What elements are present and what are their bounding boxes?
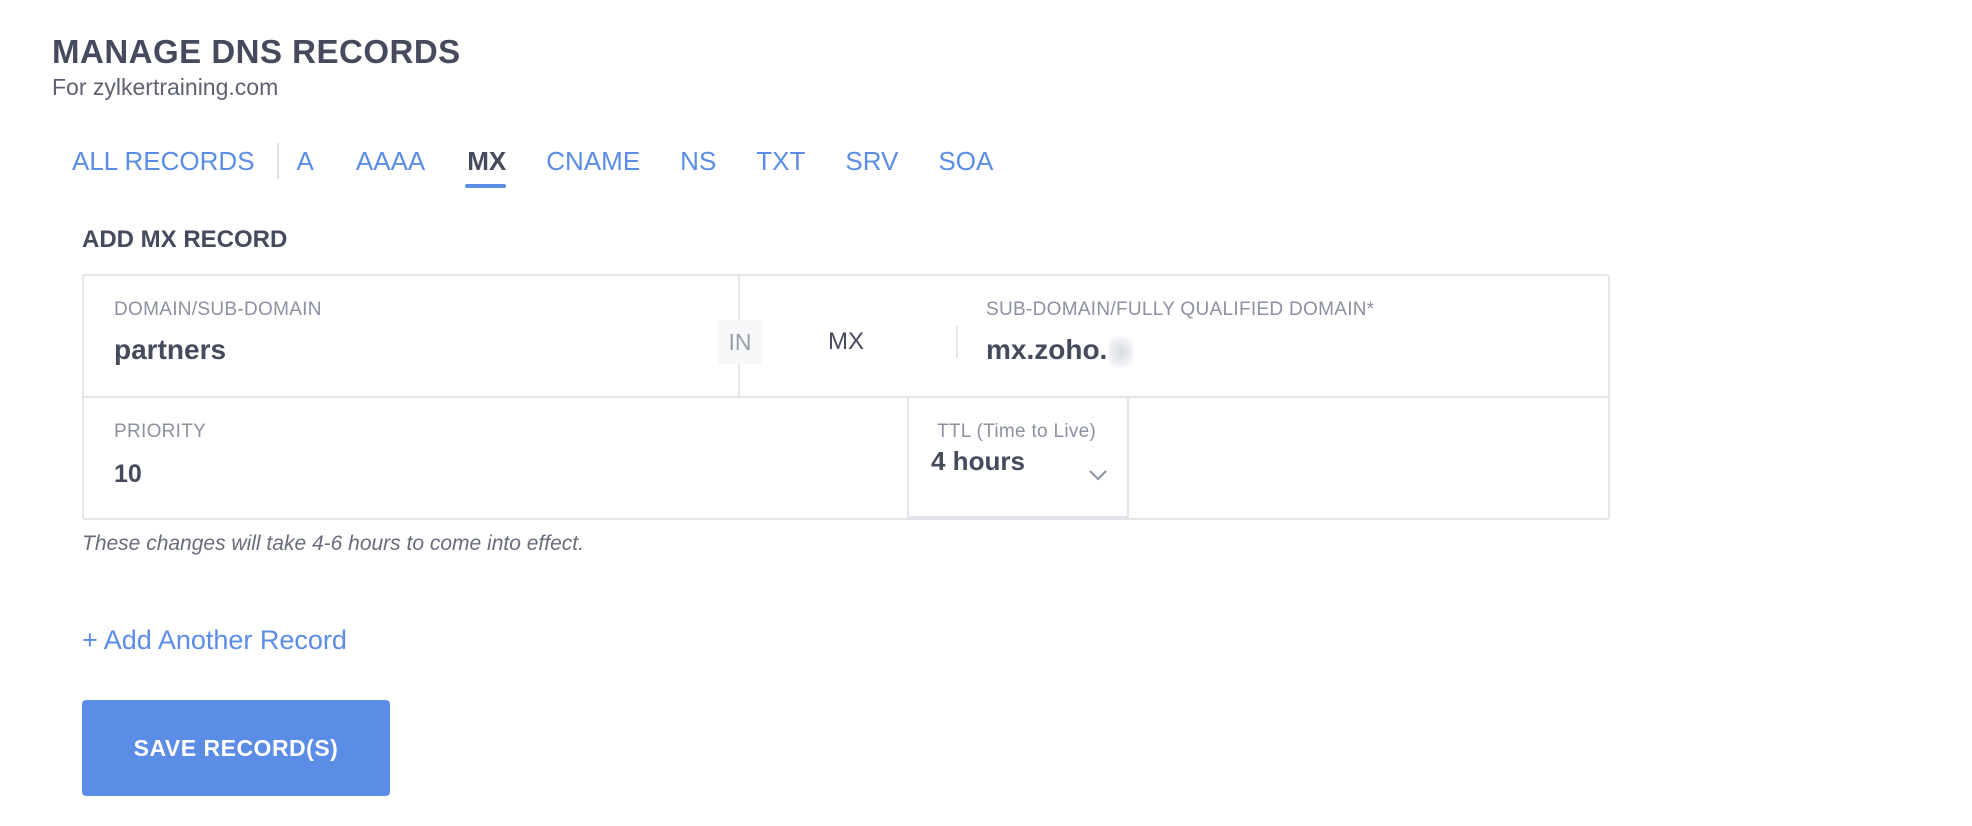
tab-cname[interactable]: CNAME — [526, 140, 660, 182]
add-another-record-link[interactable]: + Add Another Record — [82, 622, 347, 658]
record-type-label: MX — [828, 328, 864, 355]
priority-input[interactable]: 10 — [114, 456, 142, 492]
tab-srv[interactable]: SRV — [825, 140, 918, 182]
redacted-blur — [1109, 336, 1134, 367]
record-row-priority: PRIORITY 10 TTL (Time to Live) 4 hours — [84, 398, 1608, 518]
record-type-tabs: ALL RECORDS A AAAA MX CNAME NS TXT SRV S… — [52, 140, 1013, 188]
page-subtitle: For zylkertraining.com — [52, 74, 279, 100]
ttl-field-label: TTL (Time to Live) — [937, 421, 1097, 442]
domain-input[interactable]: partners — [114, 332, 226, 368]
tab-aaaa[interactable]: AAAA — [334, 140, 445, 182]
ttl-selected-value: 4 hours — [931, 446, 1025, 476]
class-in-chip: IN — [718, 320, 762, 364]
propagation-note: These changes will take 4-6 hours to com… — [82, 532, 584, 555]
tab-a[interactable]: A — [281, 140, 334, 182]
mx-record-form: DOMAIN/SUB-DOMAIN partners IN MX SUB-DOM… — [82, 274, 1610, 520]
tab-divider — [276, 143, 279, 179]
target-field-label: SUB-DOMAIN/FULLY QUALIFIED DOMAIN* — [986, 299, 1375, 320]
tab-txt[interactable]: TXT — [736, 140, 825, 182]
ttl-dropdown[interactable]: TTL (Time to Live) 4 hours — [907, 398, 1129, 518]
target-domain-value: mx.zoho. — [986, 334, 1108, 365]
tab-mx[interactable]: MX — [445, 140, 526, 188]
tab-all-records[interactable]: ALL RECORDS — [52, 140, 275, 182]
page-title: MANAGE DNS RECORDS — [52, 33, 461, 70]
tab-ns[interactable]: NS — [660, 140, 736, 182]
type-divider — [956, 326, 958, 358]
priority-field-label: PRIORITY — [114, 421, 207, 442]
tab-soa[interactable]: SOA — [918, 140, 1013, 182]
record-row-domain: DOMAIN/SUB-DOMAIN partners IN MX SUB-DOM… — [84, 276, 1608, 398]
add-mx-record-heading: ADD MX RECORD — [82, 226, 288, 253]
target-domain-input[interactable]: mx.zoho. — [986, 332, 1134, 368]
dns-manager-page: MANAGE DNS RECORDS For zylkertraining.co… — [0, 0, 1972, 826]
chevron-down-icon — [1089, 470, 1107, 481]
domain-field-label: DOMAIN/SUB-DOMAIN — [114, 299, 322, 320]
save-records-button[interactable]: SAVE RECORD(S) — [82, 700, 390, 796]
